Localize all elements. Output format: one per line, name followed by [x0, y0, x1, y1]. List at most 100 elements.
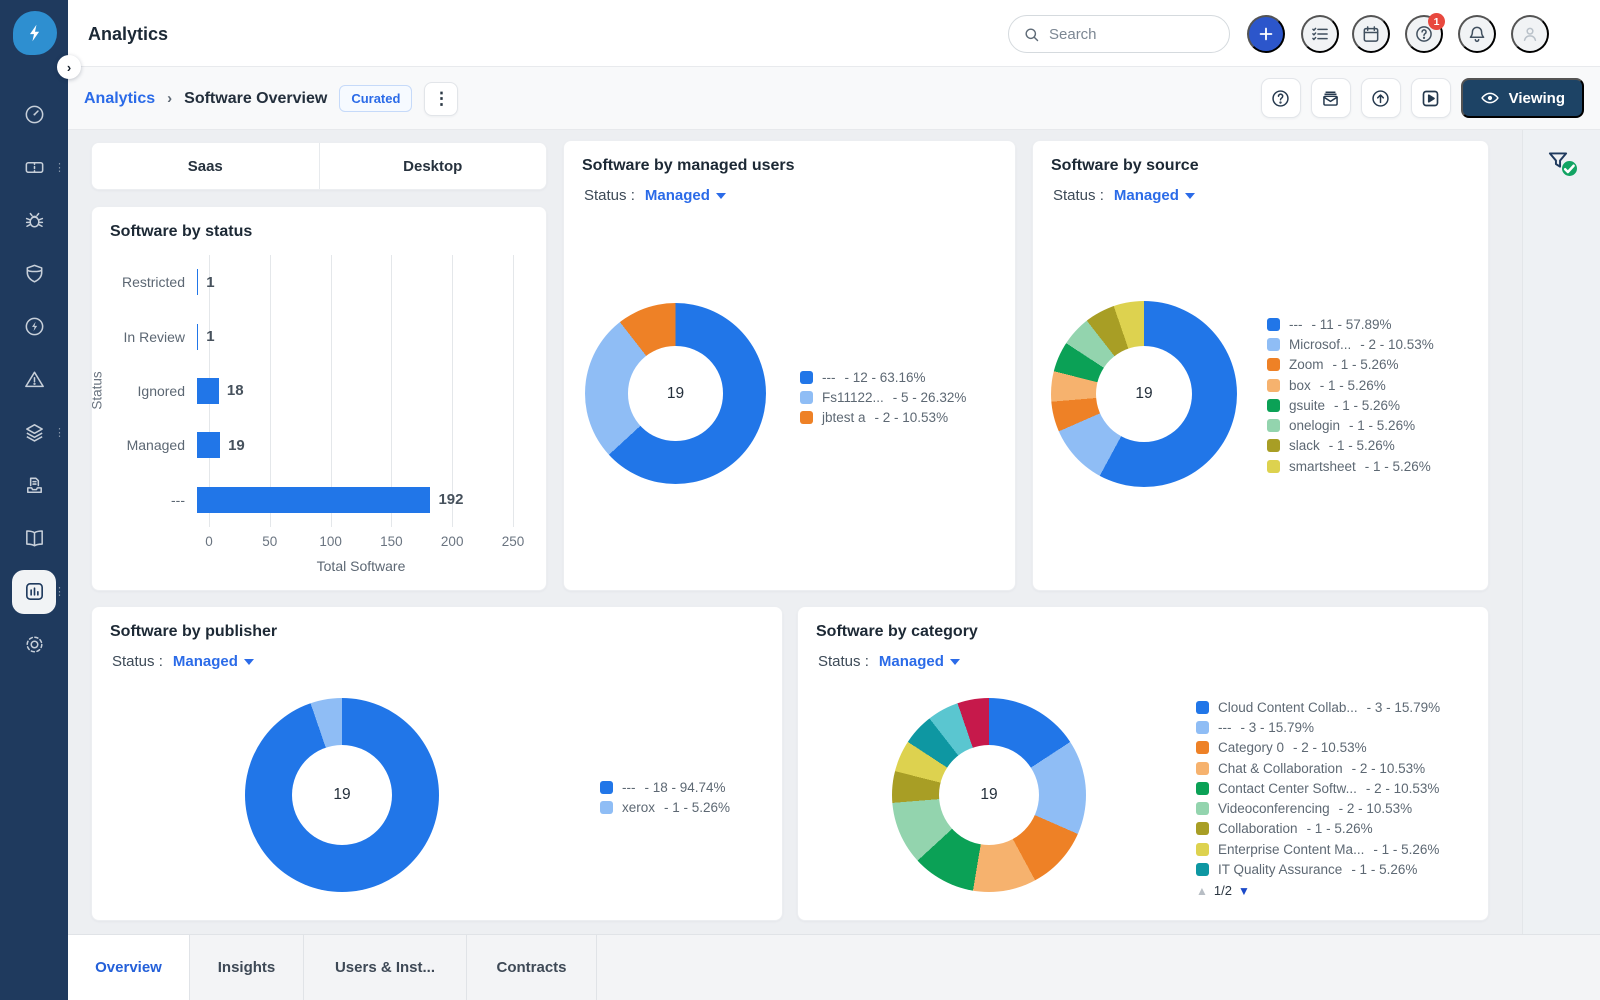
bar[interactable]	[197, 432, 221, 459]
status-filter-dropdown[interactable]: Managed	[1114, 187, 1195, 204]
sidebar-collapse-button[interactable]: ›	[57, 55, 81, 79]
legend-label: Enterprise Content Ma...	[1218, 841, 1365, 857]
filter-label: Status :	[818, 653, 869, 670]
sidebar-item-dashboard[interactable]	[0, 88, 68, 141]
bar[interactable]	[197, 323, 199, 350]
bug-icon	[25, 212, 43, 228]
item-options-icon[interactable]: ⋮	[54, 586, 65, 597]
legend-item: Chat & Collaboration - 2 - 10.53%	[1196, 758, 1440, 778]
item-options-icon[interactable]: ⋮	[54, 427, 65, 438]
donut-total: 19	[333, 786, 351, 803]
legend-label: jbtest a	[822, 410, 866, 426]
legend-page-indicator: 1/2	[1213, 883, 1232, 898]
page-options-button[interactable]: ⋮	[424, 81, 459, 116]
global-search[interactable]	[1008, 15, 1230, 53]
card-software-by-publisher: Software by publisher Status : Managed 1…	[91, 606, 783, 921]
caret-down-icon	[243, 658, 254, 665]
legend-label: ---	[822, 369, 836, 385]
bar-chart: Restricted 1 In Review 1 Ignored 18 Managed 19 -…	[92, 255, 530, 527]
status-filter-dropdown[interactable]: Managed	[645, 187, 726, 204]
email-digest-button[interactable]	[1310, 78, 1351, 118]
platform-tabs: Saas Desktop	[91, 142, 547, 190]
bar-row: In Review 1	[92, 309, 530, 363]
legend-swatch	[1267, 378, 1280, 392]
sidebar-item-analytics[interactable]: ⋮	[0, 565, 68, 618]
create-button[interactable]	[1247, 15, 1285, 53]
status-filter: Status : Managed	[818, 653, 960, 670]
card-title: Software by category	[816, 623, 978, 640]
legend-swatch	[800, 411, 813, 425]
tasks-button[interactable]	[1301, 15, 1339, 53]
card-title: Software by source	[1051, 157, 1199, 174]
sidebar-item-energy[interactable]	[0, 300, 68, 353]
help-button[interactable]: 1	[1405, 13, 1445, 53]
tutorial-video-button[interactable]	[1410, 78, 1451, 118]
legend-page-up-icon[interactable]: ▲	[1196, 884, 1208, 898]
status-filter-dropdown[interactable]: Managed	[173, 653, 254, 670]
tab-contracts[interactable]: Contracts	[467, 935, 597, 1000]
legend-item: Contact Center Softw... - 2 - 10.53%	[1196, 778, 1440, 798]
item-options-icon[interactable]: ⋮	[54, 162, 65, 173]
legend-swatch	[1196, 781, 1209, 795]
legend-value: - 2 - 10.53%	[1293, 740, 1367, 756]
bar[interactable]	[197, 486, 431, 513]
sidebar-item-library[interactable]	[0, 512, 68, 565]
legend-item: Fs11122... - 5 - 26.32%	[800, 387, 966, 407]
sidebar-item-settings[interactable]	[0, 618, 68, 671]
sidebar-item-licenses[interactable]: ⋮	[0, 141, 68, 194]
donut-center: 19	[938, 744, 1040, 846]
legend-label: smartsheet	[1289, 458, 1356, 474]
legend-pagination: ▲ 1/2 ▼	[1196, 883, 1250, 898]
tab-saas[interactable]: Saas	[92, 143, 319, 189]
curated-badge: Curated	[339, 85, 413, 112]
bar[interactable]	[197, 377, 219, 404]
sidebar-item-alerts[interactable]	[0, 353, 68, 406]
tab-overview[interactable]: Overview	[68, 935, 190, 1000]
export-button[interactable]	[1360, 78, 1401, 118]
bar[interactable]	[197, 269, 199, 296]
app-logo[interactable]	[13, 11, 57, 55]
legend-page-down-icon[interactable]: ▼	[1238, 884, 1250, 898]
sidebar-item-bugs[interactable]	[0, 194, 68, 247]
status-filter: Status : Managed	[112, 653, 254, 670]
help-icon	[1272, 89, 1289, 107]
search-input[interactable]	[1049, 25, 1199, 43]
filter-applied-button[interactable]	[1545, 148, 1577, 176]
donut-total: 19	[666, 384, 685, 402]
sidebar-item-integrations[interactable]: ⋮	[0, 406, 68, 459]
sidebar: ⋮ ⋮ ⋮	[0, 0, 68, 1000]
viewing-mode-button[interactable]: Viewing	[1460, 78, 1584, 118]
notification-badge: 1	[1428, 13, 1445, 30]
legend-label: Category 0	[1218, 740, 1285, 756]
donut-chart-managed-users: 19	[585, 303, 766, 484]
search-icon	[1025, 27, 1039, 41]
legend-item: onelogin - 1 - 5.26%	[1267, 415, 1434, 435]
card-title: Software by publisher	[110, 623, 278, 640]
calendar-button[interactable]	[1352, 15, 1390, 53]
breadcrumb-current-page: Software Overview	[184, 89, 328, 107]
dashboard-help-button[interactable]	[1260, 78, 1301, 118]
legend-swatch	[1196, 842, 1209, 856]
notifications-button[interactable]	[1458, 15, 1496, 53]
legend-swatch	[800, 390, 813, 404]
sidebar-item-requests[interactable]	[0, 459, 68, 512]
tab-desktop[interactable]: Desktop	[318, 143, 546, 189]
tab-users-instances[interactable]: Users & Inst...	[304, 935, 467, 1000]
breadcrumb-analytics-link[interactable]: Analytics	[84, 90, 155, 108]
legend-swatch	[600, 800, 613, 814]
bar-category-label: Managed	[126, 437, 185, 454]
caret-down-icon	[949, 658, 960, 665]
legend-swatch	[1267, 358, 1280, 372]
tab-insights[interactable]: Insights	[190, 935, 304, 1000]
sidebar-item-security[interactable]	[0, 247, 68, 300]
legend-category: Cloud Content Collab... - 3 - 15.79% --- - …	[1196, 697, 1440, 880]
bolt-circle-icon	[25, 317, 43, 336]
filter-active-check-icon	[1562, 161, 1577, 176]
status-filter-dropdown[interactable]: Managed	[879, 653, 960, 670]
profile-button[interactable]	[1511, 15, 1549, 53]
right-rail	[1522, 130, 1600, 934]
legend-item: Videoconferencing - 2 - 10.53%	[1196, 798, 1440, 818]
legend-label: Microsof...	[1289, 336, 1352, 352]
legend-label: Fs11122...	[822, 389, 884, 405]
status-filter: Status : Managed	[584, 187, 726, 204]
